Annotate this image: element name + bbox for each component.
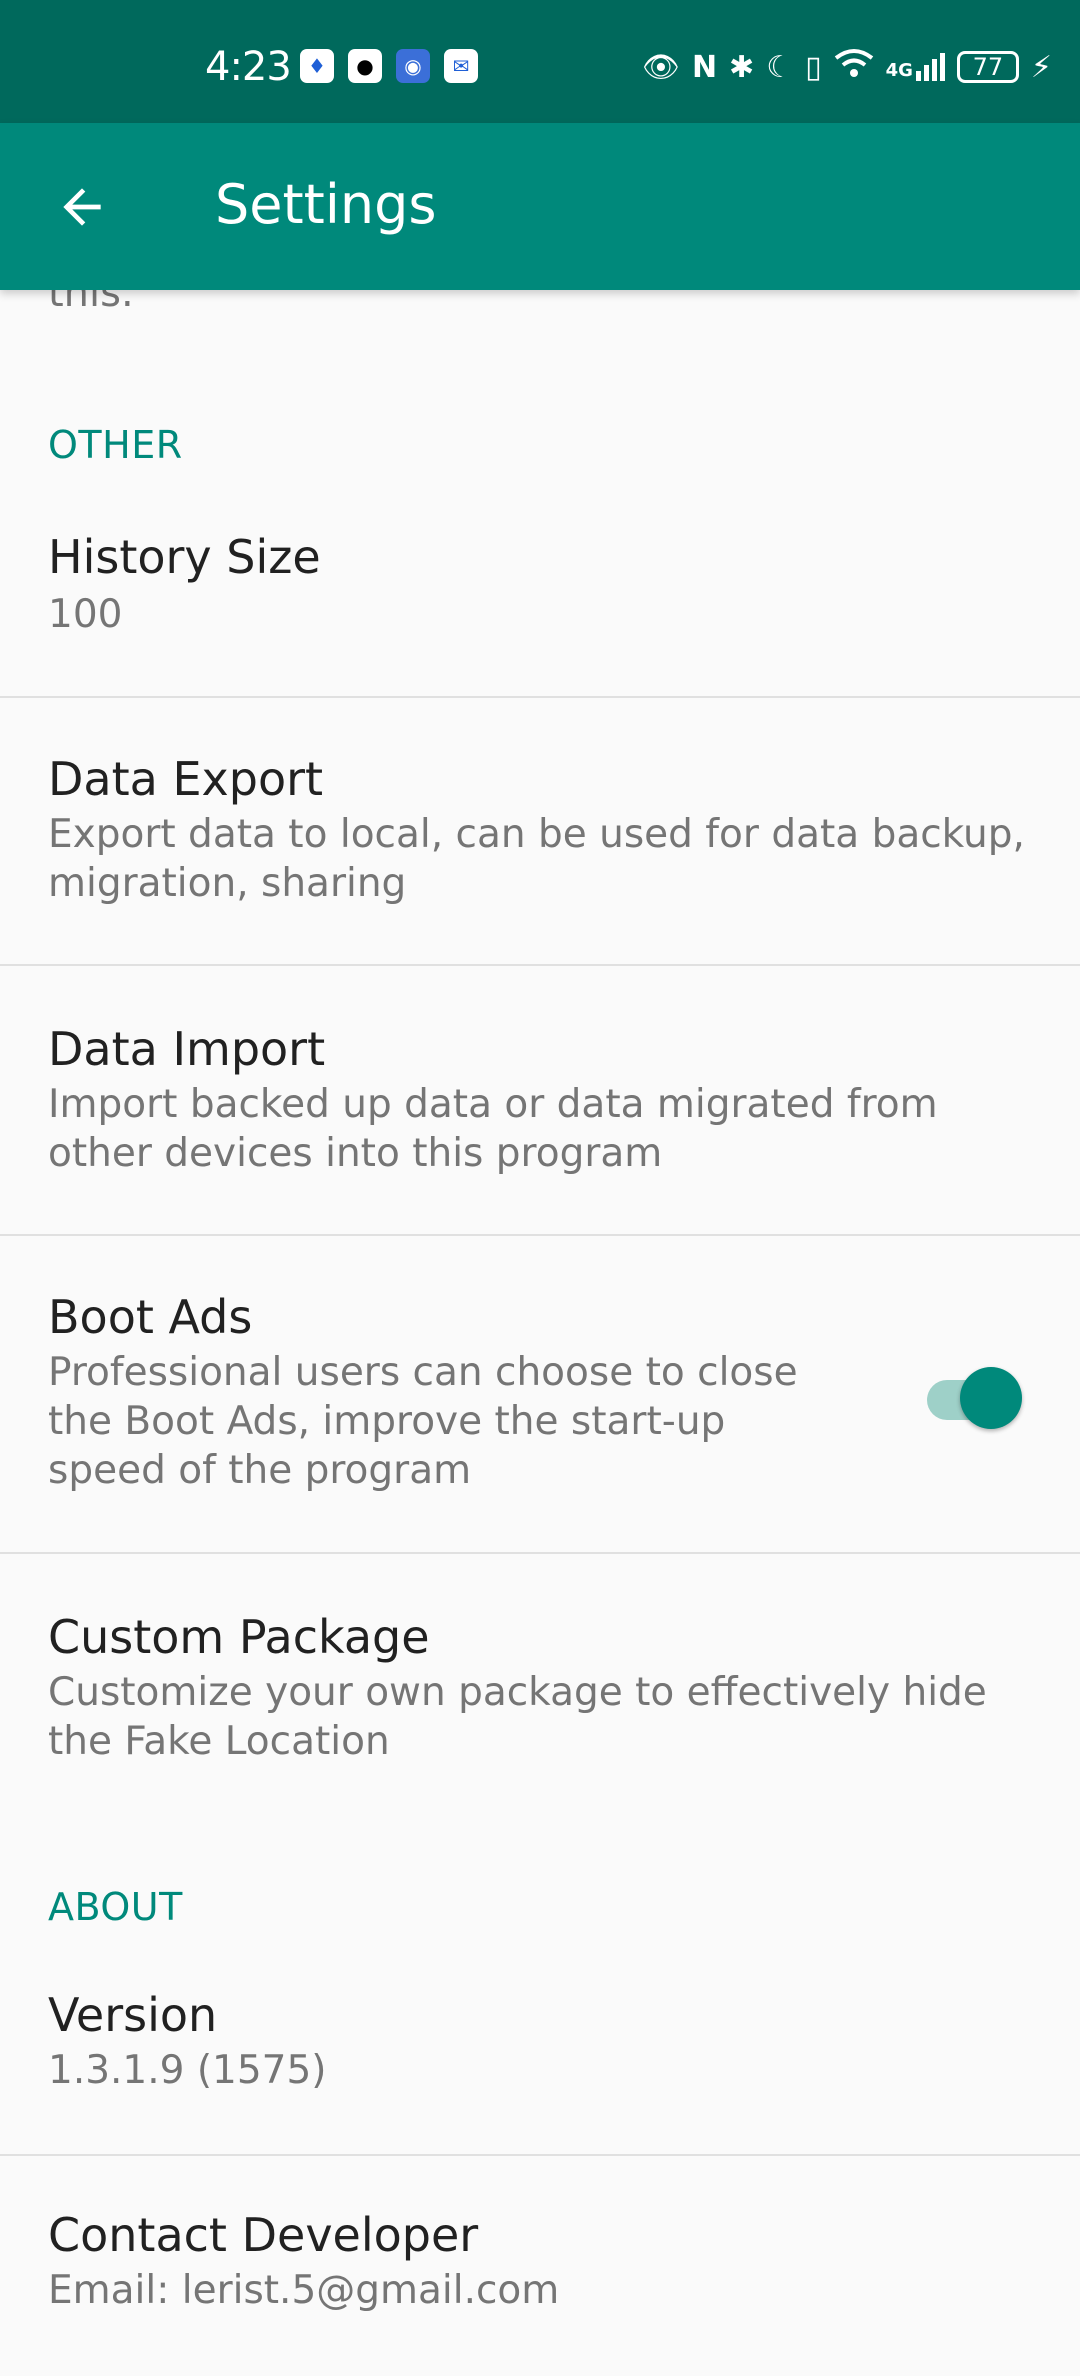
page-title: Settings <box>215 173 437 236</box>
qq-icon: ● <box>348 49 382 83</box>
charging-icon: ⚡ <box>1030 49 1052 85</box>
bluetooth-icon: ✱ <box>729 49 755 85</box>
battery-level: 77 <box>972 53 1004 81</box>
setting-summary: Import backed up data or data migrated f… <box>48 1082 938 1176</box>
divider <box>0 964 1080 966</box>
boot-ads-toggle-thumb[interactable] <box>960 1367 1022 1429</box>
section-header-about: ABOUT <box>48 1885 183 1929</box>
setting-title-boot-ads[interactable]: Boot Ads <box>48 1290 252 1344</box>
setting-summary: 100 <box>48 592 123 637</box>
setting-title-custom-package[interactable]: Custom Package <box>48 1610 430 1664</box>
wifi-icon <box>834 48 874 86</box>
status-bar: 4:23 ♦ ● ◉ ✉ 👁 N ✱ ☾ ▯ 4G 77 ⚡ <box>0 0 1080 123</box>
battery-icon: 77 <box>956 51 1019 83</box>
notification-icons: ♦ ● ◉ ✉ <box>300 49 478 83</box>
mail-icon: ✉ <box>444 49 478 83</box>
status-time: 4:23 <box>205 44 292 90</box>
divider <box>0 1552 1080 1554</box>
setting-title-data-import[interactable]: Data Import <box>48 1022 325 1076</box>
eye-icon: 👁 <box>641 49 680 85</box>
setting-title-version[interactable]: Version <box>48 1988 217 2042</box>
nfc-icon: N <box>691 49 718 85</box>
divider <box>0 2154 1080 2156</box>
vibrate-icon: ▯ <box>805 49 822 85</box>
moon-icon: ☾ <box>766 49 794 85</box>
shield-app-icon: ♦ <box>300 49 334 83</box>
divider <box>0 696 1080 698</box>
setting-summary: Professional users can choose to close t… <box>48 1350 798 1493</box>
signal-4g-icon: 4G <box>886 53 945 81</box>
status-icons: 👁 N ✱ ☾ ▯ 4G 77 ⚡ <box>642 48 1052 86</box>
setting-summary: Customize your own package to effectivel… <box>48 1670 987 1764</box>
divider <box>0 1234 1080 1236</box>
setting-summary: 1.3.1.9 (1575) <box>48 2048 327 2093</box>
browser-icon: ◉ <box>396 49 430 83</box>
back-arrow-icon[interactable] <box>54 179 110 235</box>
setting-title: History Size <box>48 530 321 584</box>
setting-title-contact-developer[interactable]: Contact Developer <box>48 2208 478 2262</box>
setting-summary: Email: lerist.5@gmail.com <box>48 2268 560 2313</box>
setting-title-data-export[interactable]: Data Export <box>48 752 323 806</box>
section-header-other: OTHER <box>48 423 183 467</box>
app-bar: Settings <box>0 123 1080 290</box>
network-label: 4G <box>885 60 913 81</box>
setting-summary: Export data to local, can be used for da… <box>48 812 1025 906</box>
